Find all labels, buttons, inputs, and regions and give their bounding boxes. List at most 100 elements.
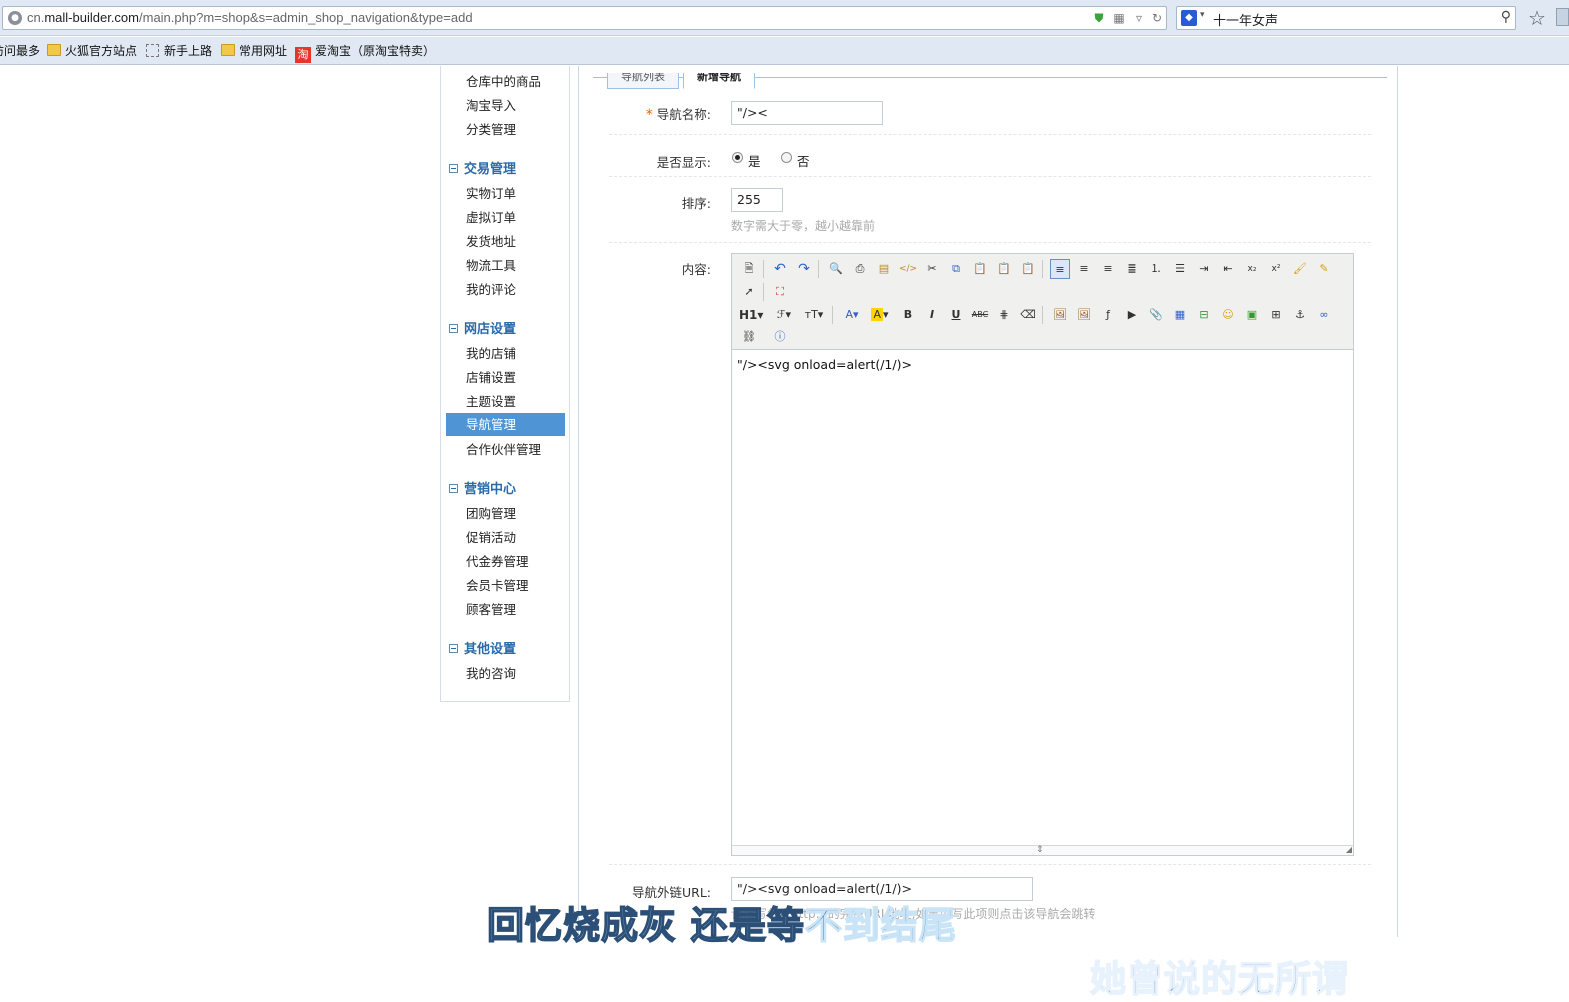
strikethrough-icon[interactable]: ABC	[970, 305, 990, 325]
unlink-icon[interactable]: ⛓	[739, 327, 759, 347]
outdent-icon[interactable]: ⇤	[1218, 259, 1238, 279]
sidebar-item-shipping-address[interactable]: 发货地址	[446, 230, 565, 253]
bookmark-aitaobao[interactable]: 淘爱淘宝（原淘宝特卖）	[295, 43, 435, 63]
flash-icon[interactable]: ƒ	[1098, 305, 1118, 325]
sidebar-item-group-buy[interactable]: 团购管理	[446, 502, 565, 525]
multi-image-icon[interactable]: 🖼	[1074, 305, 1094, 325]
copy-icon[interactable]: ⧉	[946, 259, 966, 279]
hr-icon[interactable]: ⊟	[1194, 305, 1214, 325]
ordered-list-icon[interactable]: ⒈	[1146, 259, 1166, 279]
code-icon[interactable]: </>	[898, 259, 918, 279]
bookmark-star-icon[interactable]: ☆	[1528, 6, 1546, 30]
redo-icon[interactable]: ↷	[794, 259, 814, 279]
sidebar-item-physical-orders[interactable]: 实物订单	[446, 182, 565, 205]
paste-text-icon[interactable]: 📋	[994, 259, 1014, 279]
sidebar-item-member-cards[interactable]: 会员卡管理	[446, 574, 565, 597]
align-center-icon[interactable]: ≡	[1074, 259, 1094, 279]
undo-icon[interactable]: ↶	[770, 259, 790, 279]
fullscreen-icon[interactable]: ⛶	[770, 282, 790, 302]
menu-icon[interactable]	[1556, 8, 1569, 26]
highlight-color-icon[interactable]: A ▾	[868, 305, 892, 325]
sidebar-item-category[interactable]: 分类管理	[446, 118, 565, 141]
sort-input[interactable]: 255	[731, 188, 783, 212]
attachment-icon[interactable]: 📎	[1146, 305, 1166, 325]
page-break-icon[interactable]: ⊞	[1266, 305, 1286, 325]
collapse-icon[interactable]	[449, 324, 458, 333]
help-icon[interactable]: ⓘ	[770, 327, 790, 347]
sidebar-item-vouchers[interactable]: 代金券管理	[446, 550, 565, 573]
indent-icon[interactable]: ⇥	[1194, 259, 1214, 279]
link-icon[interactable]: ∞	[1314, 305, 1334, 325]
search-icon[interactable]: ⚲	[1501, 9, 1511, 25]
editor-content[interactable]: "/><svg onload=alert(/1/)>	[737, 357, 912, 372]
align-right-icon[interactable]: ≡	[1098, 259, 1118, 279]
qrcode-icon[interactable]: ▦	[1111, 10, 1127, 26]
bookmark-common-sites[interactable]: 常用网址	[221, 43, 287, 59]
resize-corner-icon[interactable]: ◢	[1346, 846, 1352, 854]
search-input[interactable]: 十一年女声	[1213, 10, 1278, 29]
unordered-list-icon[interactable]: ☰	[1170, 259, 1190, 279]
justify-icon[interactable]: ≣	[1122, 259, 1142, 279]
sidebar-item-partners[interactable]: 合作伙伴管理	[446, 438, 565, 461]
display-yes-radio[interactable]	[732, 152, 743, 163]
collapse-icon[interactable]	[449, 164, 458, 173]
subscript-icon[interactable]: x₂	[1242, 259, 1262, 279]
editor-resize-bar[interactable]: ⇕ ◢	[732, 845, 1353, 855]
bookmark-firefox-site[interactable]: 火狐官方站点	[47, 43, 137, 59]
paste-icon[interactable]: 📋	[970, 259, 990, 279]
clear-format-icon[interactable]: 🖌	[1290, 259, 1310, 279]
remove-format-icon[interactable]: ⌫	[1018, 305, 1038, 325]
collapse-icon[interactable]	[449, 484, 458, 493]
bold-icon[interactable]: B	[898, 305, 918, 325]
sidebar-item-my-inquiries[interactable]: 我的咨询	[446, 662, 565, 685]
map-icon[interactable]: ▣	[1242, 305, 1262, 325]
font-size-icon[interactable]: тT▾	[802, 305, 826, 325]
underline-icon[interactable]: U	[946, 305, 966, 325]
rich-text-editor[interactable]: 🗎 ↶ ↷ 🔍 ⎙ ▤ </> ✂ ⧉ 📋 📋 📋 ≡ ≡ ≡ ≣ ⒈ ☰ ⇥ …	[731, 253, 1354, 856]
superscript-icon[interactable]: x²	[1266, 259, 1286, 279]
bookmark-most-visited[interactable]: 访问最多	[0, 43, 40, 59]
sidebar-group-marketing[interactable]: 营销中心	[449, 480, 516, 500]
line-height-icon[interactable]: ⋕	[994, 305, 1014, 325]
baidu-icon[interactable]: ◆	[1181, 10, 1197, 26]
sidebar-group-other[interactable]: 其他设置	[449, 640, 516, 660]
font-family-icon[interactable]: ℱ▾	[772, 305, 796, 325]
emoticon-icon[interactable]: ☺	[1218, 305, 1238, 325]
sidebar-item-my-reviews[interactable]: 我的评论	[446, 278, 565, 301]
sidebar-group-trade[interactable]: 交易管理	[449, 160, 516, 180]
sidebar-group-shop-settings[interactable]: 网店设置	[449, 320, 516, 340]
anchor-icon[interactable]: ⚓	[1290, 305, 1310, 325]
address-bar[interactable]: ● cn.mall-builder.com/main.php?m=shop&s=…	[2, 6, 1167, 30]
print-icon[interactable]: ⎙	[850, 259, 870, 279]
sidebar-item-logistics[interactable]: 物流工具	[446, 254, 565, 277]
resize-grip-icon[interactable]: ⇕	[1036, 846, 1044, 855]
paste-word-icon[interactable]: 📋	[1018, 259, 1038, 279]
heading-icon[interactable]: H1▾	[739, 305, 763, 325]
shield-icon[interactable]: ⛊	[1091, 10, 1107, 26]
select-all-icon[interactable]: ✎	[1314, 259, 1334, 279]
image-icon[interactable]: 🖼	[1050, 305, 1070, 325]
sidebar-item-promotions[interactable]: 促销活动	[446, 526, 565, 549]
sidebar-item-navigation[interactable]: 导航管理	[446, 413, 565, 436]
collapse-icon[interactable]	[449, 644, 458, 653]
source-icon[interactable]: 🗎	[739, 259, 759, 279]
align-left-icon[interactable]: ≡	[1050, 259, 1070, 279]
template-icon[interactable]: ▤	[874, 259, 894, 279]
font-color-icon[interactable]: A▾	[840, 305, 864, 325]
sidebar-item-theme-settings[interactable]: 主题设置	[446, 390, 565, 413]
dropdown-icon[interactable]: ▿	[1131, 10, 1147, 26]
sidebar-item-customers[interactable]: 顾客管理	[446, 598, 565, 621]
display-no-radio[interactable]	[781, 152, 792, 163]
cut-icon[interactable]: ✂	[922, 259, 942, 279]
nav-name-input[interactable]: "/><	[731, 101, 883, 125]
table-icon[interactable]: ▦	[1170, 305, 1190, 325]
display-yes-label[interactable]: 是	[748, 151, 761, 170]
sidebar-item-shop-settings[interactable]: 店铺设置	[446, 366, 565, 389]
media-icon[interactable]: ▶	[1122, 305, 1142, 325]
bookmark-getting-started[interactable]: 新手上路	[146, 43, 212, 59]
chevron-down-icon[interactable]: ▾	[1200, 10, 1205, 20]
quick-format-icon[interactable]: ➚	[739, 282, 759, 302]
sidebar-item-warehouse-goods[interactable]: 仓库中的商品	[446, 70, 565, 93]
sidebar-item-my-shop[interactable]: 我的店铺	[446, 342, 565, 365]
preview-icon[interactable]: 🔍	[826, 259, 846, 279]
